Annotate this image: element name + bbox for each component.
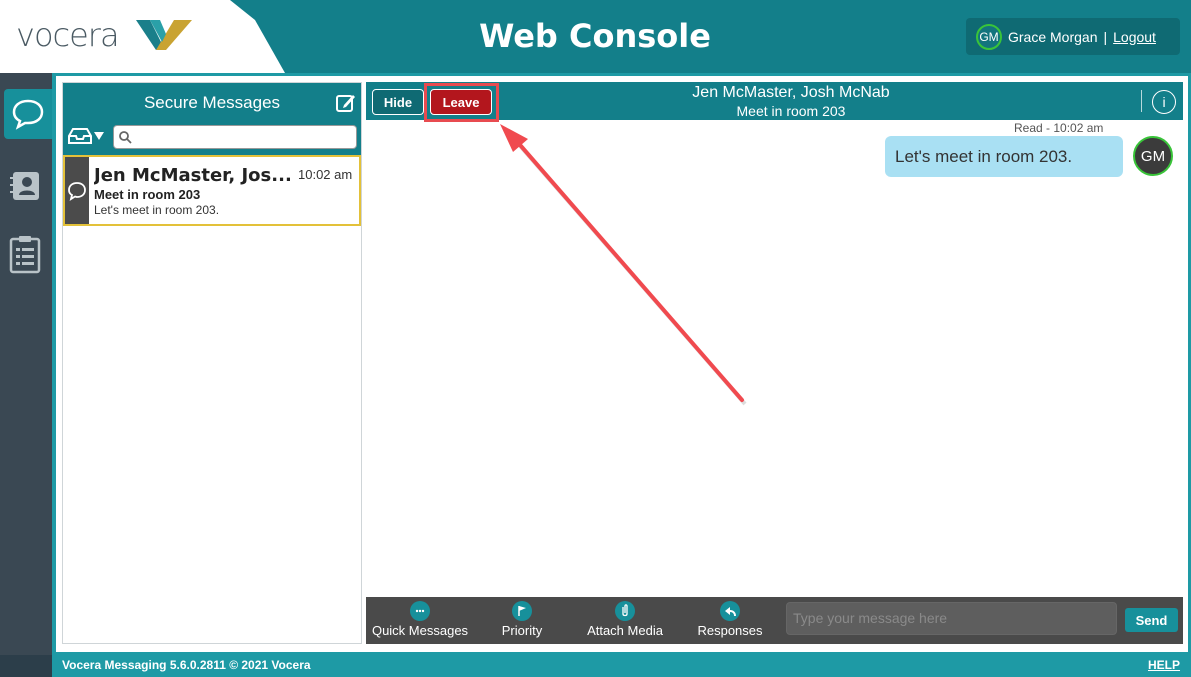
search-box[interactable] [113,125,357,149]
hide-button[interactable]: Hide [372,89,424,115]
footer-left-spacer [0,655,52,677]
conversation-strip [65,157,89,224]
attach-media-button[interactable]: Attach Media [580,601,670,638]
contacts-icon [10,172,39,200]
conversation-title: Jen McMaster, Josh McNab [692,84,890,101]
footer: Vocera Messaging 5.6.0.2811 © 2021 Vocer… [52,655,1191,677]
user-name: Grace Morgan [1008,28,1098,45]
clipboard-icon [9,236,41,274]
reply-icon [720,601,740,621]
vocera-logo-icon [136,20,192,50]
rail-item-contacts[interactable] [4,161,46,211]
list-item-preview: Let's meet in room 203. [94,203,220,217]
search-icon [119,131,132,144]
user-separator: | [1103,28,1108,45]
send-button[interactable]: Send [1125,608,1178,632]
responses-label: Responses [697,623,763,638]
message-bubble: Let's meet in room 203. [885,136,1123,177]
info-icon[interactable]: i [1152,90,1176,114]
header-divider [1141,90,1142,112]
rail-item-messages[interactable] [4,89,52,139]
logo-area: vocera [0,0,285,73]
messages-icon [12,99,44,130]
vocera-logo-text: vocera [16,16,120,54]
user-box: GM Grace Morgan | Logout [966,18,1180,55]
message-list-title: Secure Messages [143,93,281,112]
list-item-name: Jen McMaster, Jos... [94,165,292,186]
left-rail [0,73,52,655]
inbox-icon [68,128,92,144]
logout-link[interactable]: Logout [1113,29,1156,45]
app-header: vocera Web Console GM Grace Morgan | Log… [0,0,1191,73]
message-read-status: Read - 10:02 am [1014,121,1104,135]
message-list-panel: Secure Messages Jen McMaster, Jos... 10:… [62,82,362,644]
list-item[interactable]: Jen McMaster, Jos... 10:02 am Meet in ro… [63,155,361,226]
flag-icon [512,601,532,621]
compose-toolbar: Quick Messages Priority Attach Media Res… [366,597,1183,644]
user-avatar: GM [976,23,1002,50]
chat-bubble-icon [68,181,86,201]
list-item-subject: Meet in room 203 [94,187,201,202]
sender-avatar: GM [1133,136,1173,176]
quick-messages-label: Quick Messages [371,623,469,638]
list-item-time: 10:02 am [298,167,353,182]
compose-icon[interactable] [335,92,357,114]
attach-media-label: Attach Media [587,623,663,638]
paperclip-icon [615,601,635,621]
inbox-filter[interactable] [67,127,105,145]
conversation-subject: Meet in room 203 [736,103,846,119]
quick-messages-button[interactable]: Quick Messages [370,601,470,638]
search-input[interactable] [134,128,352,146]
page-title: Web Console [479,17,711,55]
rail-item-tasks[interactable] [4,229,46,279]
responses-button[interactable]: Responses [688,601,772,638]
priority-button[interactable]: Priority [482,601,562,638]
message-input[interactable]: Type your message here [786,602,1117,635]
version-text: Vocera Messaging 5.6.0.2811 © 2021 Vocer… [62,658,311,672]
help-link[interactable]: HELP [1148,658,1180,672]
priority-label: Priority [501,623,543,638]
quick-messages-icon [410,601,430,621]
chevron-down-icon [94,132,104,140]
leave-button-highlight [424,83,499,122]
message-list-header: Secure Messages [63,83,361,155]
